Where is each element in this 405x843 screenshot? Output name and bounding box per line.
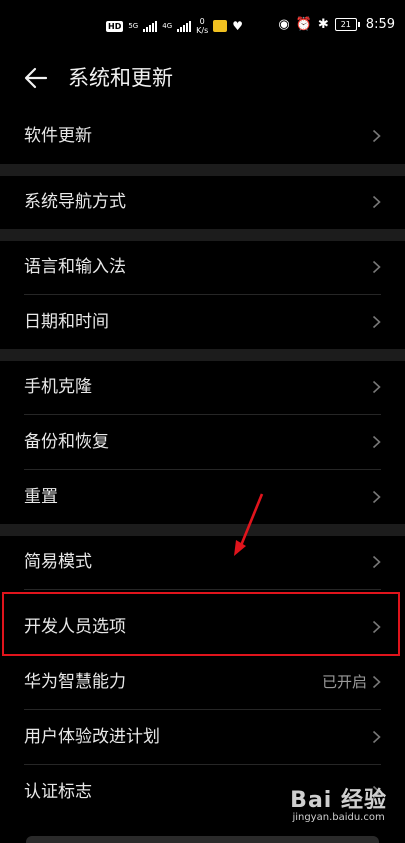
chevron-right-icon — [372, 730, 381, 744]
chevron-right-icon — [372, 675, 381, 689]
chevron-right-icon — [372, 435, 381, 449]
list-item-phone-clone[interactable]: 手机克隆 — [0, 360, 405, 415]
network-4g-label: 4G — [162, 22, 173, 30]
chevron-right-icon — [372, 490, 381, 504]
watermark: Bai 经验 jingyan.baidu.com — [290, 782, 387, 823]
list-item-label: 语言和输入法 — [24, 257, 126, 277]
watermark-url: jingyan.baidu.com — [292, 812, 385, 823]
status-left: HD 5G 4G 0 K/s ♥ — [106, 17, 243, 35]
watermark-logo: Bai 经验 — [290, 788, 387, 813]
network-5g-label: 5G — [128, 22, 139, 30]
clock: 8:59 — [365, 17, 395, 32]
app-notification-icon — [213, 20, 228, 32]
list-item-software-update[interactable]: 软件更新 — [0, 109, 405, 164]
status-right: ◉ ⏰ ✱ 21 8:59 — [278, 17, 395, 32]
list-item-navigation[interactable]: 系统导航方式 — [0, 175, 405, 230]
list-item-label: 用户体验改进计划 — [24, 727, 160, 747]
page-header: 系统和更新 — [0, 52, 405, 104]
chevron-right-icon — [372, 380, 381, 394]
list-item-language[interactable]: 语言和输入法 — [0, 240, 405, 295]
list-item-date-time[interactable]: 日期和时间 — [0, 295, 405, 350]
network-speed-value: 0 — [199, 17, 205, 26]
status-bar: HD 5G 4G 0 K/s ♥ ◉ ⏰ ✱ 21 8:59 — [0, 0, 405, 52]
list-item-label: 华为智慧能力 — [24, 672, 126, 692]
list-item-label: 系统导航方式 — [24, 192, 126, 212]
hd-badge: HD — [106, 20, 124, 32]
list-item-simple-mode[interactable]: 简易模式 — [0, 535, 405, 590]
alarm-icon: ⏰ — [295, 17, 312, 32]
chevron-right-icon — [372, 315, 381, 329]
chevron-right-icon — [372, 195, 381, 209]
health-icon: ♥ — [232, 19, 243, 33]
network-speed-unit: K/s — [196, 26, 209, 35]
back-arrow-icon[interactable] — [22, 64, 50, 92]
chevron-right-icon — [372, 260, 381, 274]
list-item-label: 软件更新 — [24, 126, 92, 146]
network-speed: 0 K/s — [196, 17, 208, 35]
list-item-value: 已开启 — [321, 673, 367, 691]
chevron-right-icon — [372, 129, 381, 143]
list-item-label: 备份和恢复 — [24, 432, 109, 452]
list-item-huawei-ai[interactable]: 华为智慧能力 已开启 — [0, 655, 405, 710]
highlight-box — [2, 592, 400, 656]
list-item-label: 简易模式 — [24, 552, 92, 572]
list-item-label: 重置 — [24, 487, 58, 507]
eye-icon: ◉ — [278, 17, 290, 32]
list-item-label: 手机克隆 — [24, 377, 92, 397]
list-item-reset[interactable]: 重置 — [0, 470, 405, 525]
bottom-card-edge — [26, 836, 379, 843]
row-separator — [24, 589, 381, 590]
battery-level: 21 — [334, 18, 357, 31]
list-item-label: 日期和时间 — [24, 312, 109, 332]
page-title: 系统和更新 — [68, 66, 173, 90]
chevron-right-icon — [372, 555, 381, 569]
list-item-backup[interactable]: 备份和恢复 — [0, 415, 405, 470]
annotation-arrow-icon — [234, 493, 264, 556]
battery-icon: 21 — [334, 18, 360, 31]
list-item-user-experience[interactable]: 用户体验改进计划 — [0, 710, 405, 765]
bluetooth-icon: ✱ — [317, 17, 329, 32]
signal-icon — [143, 20, 158, 32]
list-item-label: 认证标志 — [24, 782, 92, 802]
signal-icon-2 — [177, 20, 192, 32]
